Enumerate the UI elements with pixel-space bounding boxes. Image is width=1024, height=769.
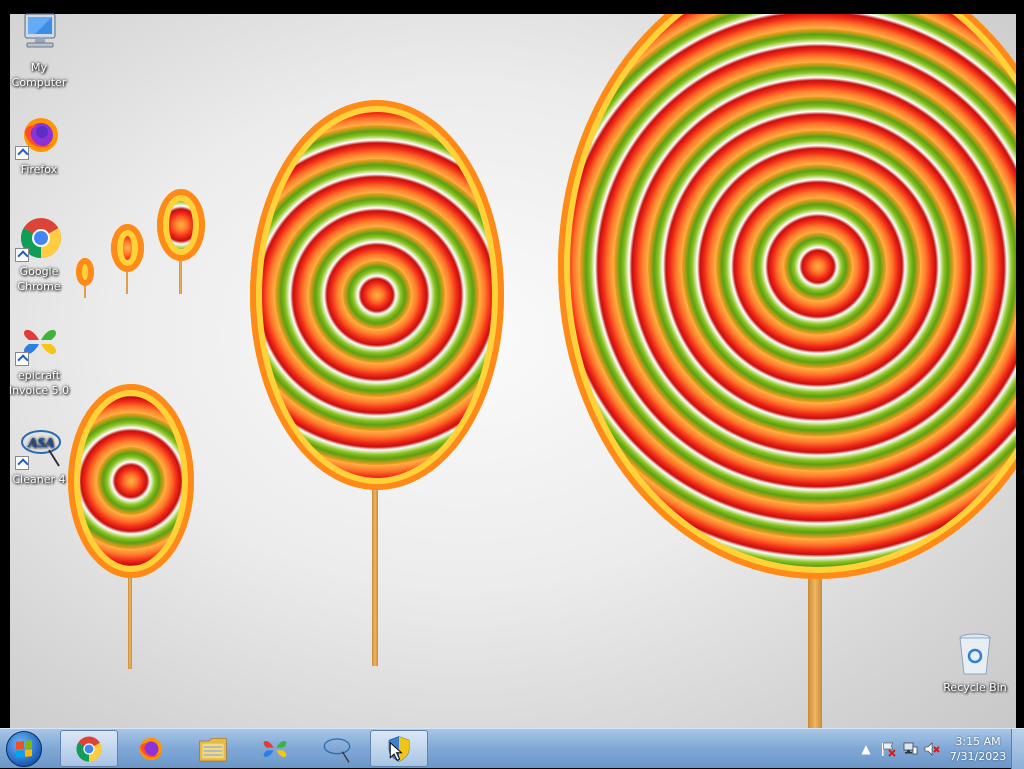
file-explorer-icon bbox=[199, 737, 227, 761]
epicraft-icon bbox=[15, 318, 63, 366]
lollipop-stick bbox=[128, 564, 132, 669]
desktop-icon-cleaner[interactable]: ASA Cleaner 4 bbox=[2, 422, 76, 487]
lollipop bbox=[111, 224, 144, 272]
taskbar-epicraft-button[interactable] bbox=[246, 730, 304, 767]
show-desktop-button[interactable] bbox=[1011, 729, 1024, 769]
taskbar-file-explorer-button[interactable] bbox=[184, 730, 242, 767]
taskbar-firefox-button[interactable] bbox=[122, 730, 180, 767]
lollipop bbox=[250, 100, 504, 490]
shortcut-arrow-icon bbox=[15, 248, 29, 262]
firefox-icon bbox=[139, 737, 163, 760]
lollipop bbox=[76, 258, 94, 286]
cleaner-icon: ASA bbox=[15, 422, 63, 470]
network-icon[interactable] bbox=[902, 741, 918, 757]
desktop-icon-label: Recycle Bin bbox=[943, 681, 1007, 694]
desktop-wallpaper bbox=[10, 14, 1016, 728]
lollipop-stick bbox=[372, 474, 378, 666]
computer-icon bbox=[15, 10, 63, 58]
lollipop-stick bbox=[808, 574, 822, 728]
clock-date: 7/31/2023 bbox=[949, 750, 1007, 763]
taskbar-chrome-button[interactable] bbox=[60, 730, 118, 767]
desktop-icon-label: Firefox bbox=[20, 163, 58, 176]
desktop-icon-google-chrome[interactable]: Google Chrome bbox=[2, 214, 76, 294]
taskbar-shield-app-button[interactable] bbox=[370, 730, 428, 767]
system-clock[interactable]: 3:15 AM 7/31/2023 bbox=[946, 734, 1010, 764]
shortcut-arrow-icon bbox=[15, 146, 29, 160]
desktop-icon-label: epicraft Invoice 5.0 bbox=[8, 369, 70, 397]
shield-cursor-icon bbox=[388, 735, 410, 762]
lollipop bbox=[68, 384, 194, 578]
volume-muted-icon[interactable] bbox=[924, 741, 940, 757]
desktop-icon-firefox[interactable]: Firefox bbox=[2, 112, 76, 177]
action-center-flag-icon[interactable] bbox=[880, 741, 896, 757]
firefox-icon bbox=[15, 112, 63, 160]
epicraft-icon bbox=[263, 740, 287, 757]
desktop-icon-recycle-bin[interactable]: Recycle Bin bbox=[938, 630, 1012, 695]
chrome-icon bbox=[15, 214, 63, 262]
start-button[interactable] bbox=[4, 730, 44, 767]
desktop-icon-epicraft-invoice[interactable]: epicraft Invoice 5.0 bbox=[2, 318, 76, 398]
cleaner-logo-text: ASA bbox=[27, 436, 54, 451]
taskbar-cleaner-button[interactable] bbox=[308, 730, 366, 767]
desktop-icon-label: Cleaner 4 bbox=[12, 473, 66, 486]
cleaner-icon bbox=[323, 737, 351, 763]
desktop-icon-label: My Computer bbox=[11, 61, 67, 89]
lollipop bbox=[157, 189, 205, 261]
lollipop-stick bbox=[84, 284, 86, 298]
show-hidden-icons-chevron[interactable]: ▲ bbox=[858, 741, 874, 757]
lollipop-stick bbox=[126, 272, 128, 294]
shortcut-arrow-icon bbox=[15, 456, 29, 470]
recycle-bin-icon bbox=[951, 630, 999, 678]
windows-logo-icon bbox=[6, 730, 42, 767]
desktop-icon-my-computer[interactable]: My Computer bbox=[2, 10, 76, 90]
desktop-icon-label: Google Chrome bbox=[17, 265, 61, 293]
lollipop bbox=[558, 14, 1016, 579]
shortcut-arrow-icon bbox=[15, 352, 29, 366]
chrome-icon bbox=[76, 736, 102, 761]
taskbar: ▲ 3:15 AM 7/31/2023 bbox=[0, 728, 1024, 769]
system-tray: ▲ 3:15 AM 7/31/2023 bbox=[858, 729, 1010, 769]
clock-time: 3:15 AM bbox=[955, 735, 1001, 748]
